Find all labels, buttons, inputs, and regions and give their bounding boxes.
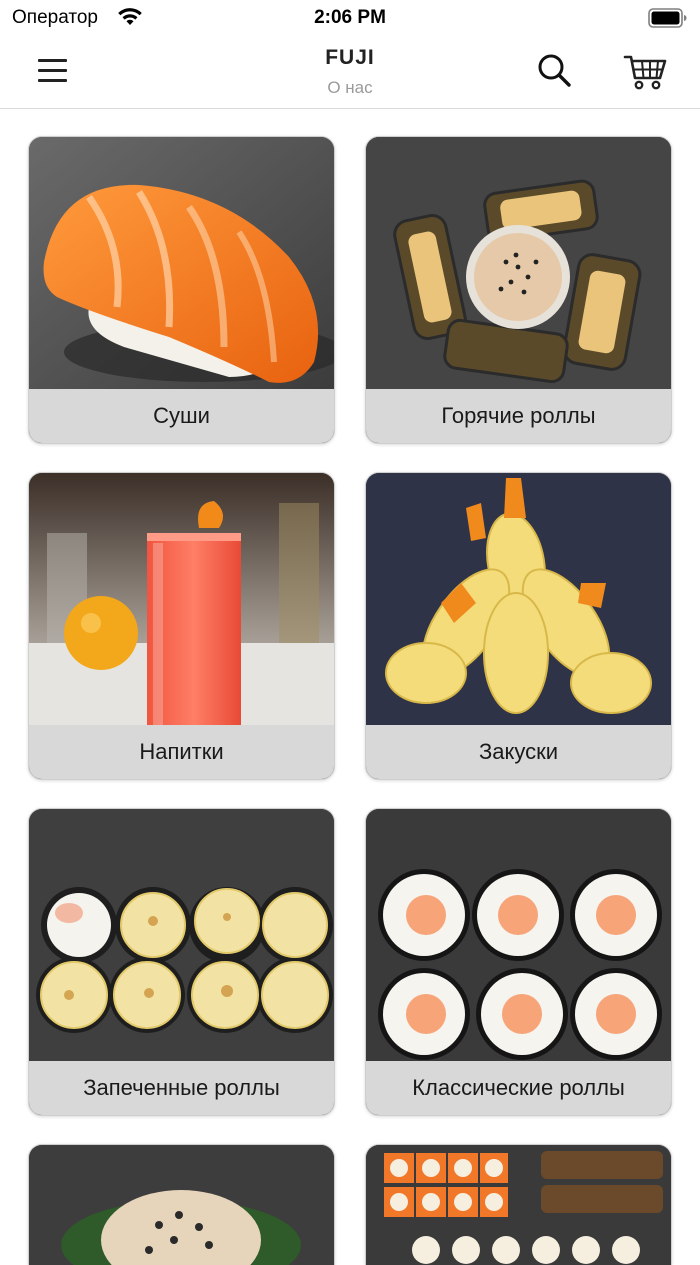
category-card-sushi[interactable]: Суши [28,136,335,444]
hot-rolls-photo [366,137,671,389]
category-card-hot-rolls[interactable]: Горячие роллы [365,136,672,444]
baked-rolls-photo [29,809,334,1061]
about-link-row: О нас [0,78,700,98]
clock: 2:06 PM [314,7,386,28]
category-card-sets[interactable] [365,1144,672,1265]
category-label: Напитки [29,725,334,779]
salmon-nigiri-photo [29,137,334,389]
search-icon[interactable] [535,52,575,92]
category-label: Закуски [366,725,671,779]
category-card-classic-rolls[interactable]: Классические роллы [365,808,672,1116]
nav-bar: FUJI О нас [0,36,700,109]
category-label: Суши [29,389,334,443]
category-label: Запеченные роллы [29,1061,334,1115]
category-card-snacks[interactable]: Закуски [365,472,672,780]
status-bar: Оператор 2:06 PM [0,0,700,36]
battery-full-icon [648,8,688,33]
classic-rolls-photo [366,809,671,1061]
roll-sets-photo [366,1145,671,1265]
poke-bowl-photo [29,1145,334,1265]
category-label: Классические роллы [366,1061,671,1115]
category-card-bowl[interactable] [28,1144,335,1265]
tempura-shrimp-photo [366,473,671,725]
about-link[interactable]: О нас [327,78,372,97]
cart-icon[interactable] [622,50,670,94]
category-label: Горячие роллы [366,389,671,443]
drinks-photo [29,473,334,725]
category-card-baked-rolls[interactable]: Запеченные роллы [28,808,335,1116]
category-card-drinks[interactable]: Напитки [28,472,335,780]
page-title: FUJI [325,46,375,69]
